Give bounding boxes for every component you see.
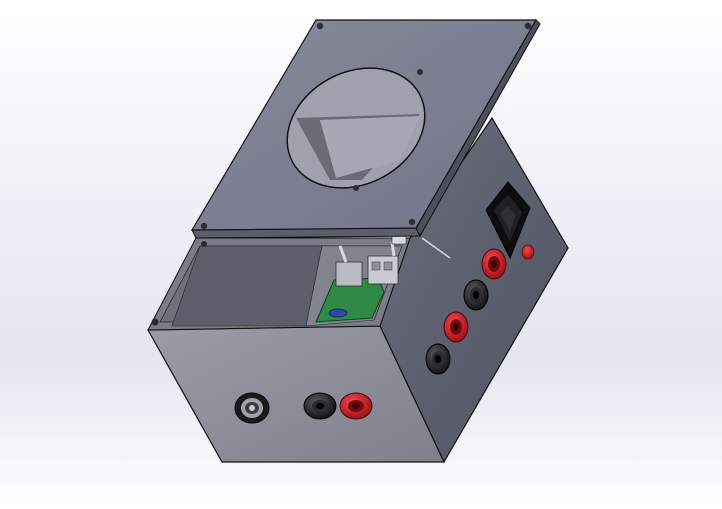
red-led-indicator xyxy=(521,244,535,260)
mount-hole xyxy=(151,318,159,326)
enclosure-3d-model[interactable] xyxy=(0,0,722,509)
relay[interactable] xyxy=(335,261,363,287)
connector xyxy=(391,235,407,245)
lid-hole xyxy=(408,218,416,226)
mount-hole xyxy=(201,241,207,247)
blue-capacitor xyxy=(328,308,348,318)
window-screw-hole xyxy=(353,185,359,191)
cad-viewport[interactable] xyxy=(0,0,722,509)
black-binding-post[interactable] xyxy=(303,392,337,420)
window-screw-hole xyxy=(417,69,423,75)
red-binding-post[interactable] xyxy=(481,248,507,280)
terminal-screw xyxy=(383,261,393,271)
lid-hole xyxy=(316,22,324,30)
lid-hole xyxy=(200,222,208,230)
black-binding-post[interactable] xyxy=(463,279,489,311)
black-binding-post[interactable] xyxy=(425,343,451,375)
bnc-connector[interactable] xyxy=(234,392,270,424)
terminal-screw xyxy=(371,261,381,271)
lid-hole xyxy=(524,22,532,30)
red-binding-post[interactable] xyxy=(339,392,373,420)
red-binding-post[interactable] xyxy=(443,311,469,343)
